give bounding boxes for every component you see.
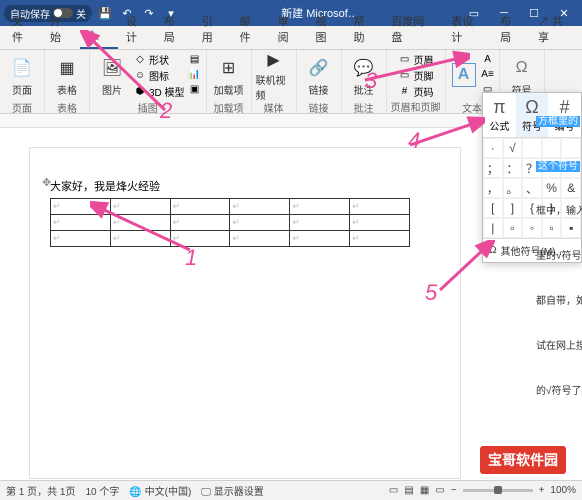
smartart-icon: ▤ (188, 52, 202, 66)
view-read-icon[interactable]: ▤ (404, 485, 413, 496)
annotation-num-4: 4 (408, 128, 420, 154)
watermark-badge: 宝哥软件园 (480, 446, 566, 474)
table-row: ↵↵↵↵↵↵ (51, 199, 410, 215)
chart-icon: 📊 (188, 67, 202, 81)
smartart-button[interactable]: ▤ (188, 52, 202, 66)
zoom-out-icon[interactable]: − (451, 485, 457, 496)
annotation-num-5: 5 (425, 280, 437, 306)
addins-icon: ⊞ (217, 56, 241, 80)
picture-icon: 🖼 (100, 56, 124, 80)
video-button[interactable]: ▶联机视频 (256, 52, 292, 100)
footer-icon: ▭ (398, 69, 412, 83)
status-words[interactable]: 10 个字 (85, 483, 119, 498)
wordart-icon: A (481, 52, 495, 66)
textbox-button[interactable]: A (450, 52, 478, 100)
header-button[interactable]: ▭页眉 (398, 52, 434, 67)
pagenum-icon: # (398, 85, 412, 99)
symbol-cell[interactable]: √ (503, 138, 523, 158)
shapes-button[interactable]: ◇形状 (133, 52, 185, 67)
pictures-button[interactable]: 🖼图片 (94, 52, 130, 100)
dropcap-button[interactable]: A≡ (481, 67, 495, 81)
view-focus-icon[interactable]: ▭ (389, 485, 398, 496)
table-row: ↵↵↵↵↵↵ (51, 215, 410, 231)
tab-help[interactable]: 帮助 (345, 9, 383, 49)
table-icon: ▦ (55, 56, 79, 80)
symbol-cell[interactable]: 。 (503, 178, 523, 198)
header-icon: ▭ (398, 53, 412, 67)
screenshot-icon: ▣ (188, 82, 202, 96)
tab-table-layout[interactable]: 布局 (492, 9, 530, 49)
document-table[interactable]: ↵↵↵↵↵↵ ↵↵↵↵↵↵ ↵↵↵↵↵↵ (50, 198, 410, 247)
video-icon: ▶ (262, 50, 286, 70)
page-icon: 📄 (10, 56, 34, 80)
tab-design[interactable]: 设计 (118, 9, 156, 49)
symbol-tab-equation[interactable]: π公式 (483, 93, 516, 138)
group-illustrations: 🖼图片 ◇形状 ☺图标 ⬢3D 模型 ▤ 📊 ▣ 插图 (90, 50, 207, 113)
links-button[interactable]: 🔗链接 (301, 52, 337, 100)
ribbon-tabs: 文件 开始 插入 设计 布局 引用 邮件 审阅 视图 帮助 百度网盘 表设计 布… (0, 26, 582, 50)
symbol-cell[interactable]: ， (483, 178, 503, 198)
footer-button[interactable]: ▭页脚 (398, 68, 434, 83)
toggle-icon (53, 8, 73, 18)
cube-icon: ⬢ (133, 85, 147, 99)
share-button[interactable]: ↗ 共享 (530, 9, 582, 49)
symbol-cell[interactable]: ] (503, 198, 523, 218)
link-icon: 🔗 (307, 56, 331, 80)
zoom-in-icon[interactable]: + (539, 485, 545, 496)
models-button[interactable]: ⬢3D 模型 (133, 84, 185, 99)
screenshot-button[interactable]: ▣ (188, 82, 202, 96)
icons-icon: ☺ (133, 69, 147, 83)
group-tables: ▦表格 表格 (45, 50, 90, 113)
addins-button[interactable]: ⊞加载项 (211, 52, 247, 100)
group-addins: ⊞加载项 加载项 (207, 50, 252, 113)
group-media: ▶联机视频 媒体 (252, 50, 297, 113)
shapes-icon: ◇ (133, 53, 147, 67)
symbol-cell[interactable]: ▫ (503, 218, 523, 238)
symbol-cell[interactable]: · (483, 138, 503, 158)
pi-icon: π (485, 97, 514, 118)
page: ✥ 大家好，我是烽火经验 ↵↵↵↵↵↵ ↵↵↵↵↵↵ ↵↵↵↵↵↵ (30, 148, 460, 478)
tab-baidu[interactable]: 百度网盘 (383, 9, 443, 49)
view-web-icon[interactable]: ▭ (435, 485, 444, 496)
omega-icon: Ω (489, 245, 496, 256)
group-links: 🔗链接 链接 (297, 50, 342, 113)
wordart-button[interactable]: A (481, 52, 495, 66)
icons-button[interactable]: ☺图标 (133, 68, 185, 83)
document-text: 大家好，我是烽火经验 (50, 178, 440, 194)
symbol-cell[interactable]: ： (503, 158, 523, 178)
pages-button[interactable]: 📄页面 (4, 52, 40, 100)
symbol-cell[interactable]: | (483, 218, 503, 238)
status-page[interactable]: 第 1 页，共 1页 (6, 483, 75, 498)
table-anchor-icon[interactable]: ✥ (42, 176, 51, 189)
dropcap-icon: A≡ (481, 67, 495, 81)
status-lang[interactable]: 🌐 中文(中国) (129, 483, 191, 498)
tab-view[interactable]: 视图 (308, 9, 346, 49)
tab-review[interactable]: 审阅 (270, 9, 308, 49)
zoom-level[interactable]: 100% (550, 485, 576, 496)
annotation-num-3: 3 (365, 68, 377, 94)
group-header-footer: ▭页眉 ▭页脚 #页码 页眉和页脚 (387, 50, 446, 113)
table-row: ↵↵↵↵↵↵ (51, 231, 410, 247)
group-pages: 📄页面 页面 (0, 50, 45, 113)
status-bar: 第 1 页，共 1页 10 个字 🌐 中文(中国) 🖵 显示器设置 ▭ ▤ ▦ … (0, 480, 582, 500)
symbol-cell[interactable]: ； (483, 158, 503, 178)
view-print-icon[interactable]: ▦ (420, 485, 429, 496)
zoom-slider[interactable] (463, 489, 533, 492)
status-display[interactable]: 🖵 显示器设置 (201, 483, 263, 498)
annotation-num-1: 1 (185, 245, 197, 271)
tab-mailings[interactable]: 邮件 (232, 9, 270, 49)
tab-table-design[interactable]: 表设计 (443, 9, 492, 49)
tab-file[interactable]: 文件 (4, 9, 42, 49)
chart-button[interactable]: 📊 (188, 67, 202, 81)
tab-layout[interactable]: 布局 (156, 9, 194, 49)
tab-insert[interactable]: 插入 (80, 7, 118, 49)
table-button[interactable]: ▦表格 (49, 52, 85, 100)
annotation-num-2: 2 (160, 98, 172, 124)
omega-icon: Ω (510, 56, 534, 80)
tab-references[interactable]: 引用 (194, 9, 232, 49)
pagenum-button[interactable]: #页码 (398, 84, 434, 99)
side-article-text: 方框里的 这个符号 框中，输入方框 里的√符号了，如 都自带，如果在 试在网上搜… (536, 112, 582, 427)
textbox-icon: A (452, 63, 476, 87)
symbol-cell[interactable]: [ (483, 198, 503, 218)
